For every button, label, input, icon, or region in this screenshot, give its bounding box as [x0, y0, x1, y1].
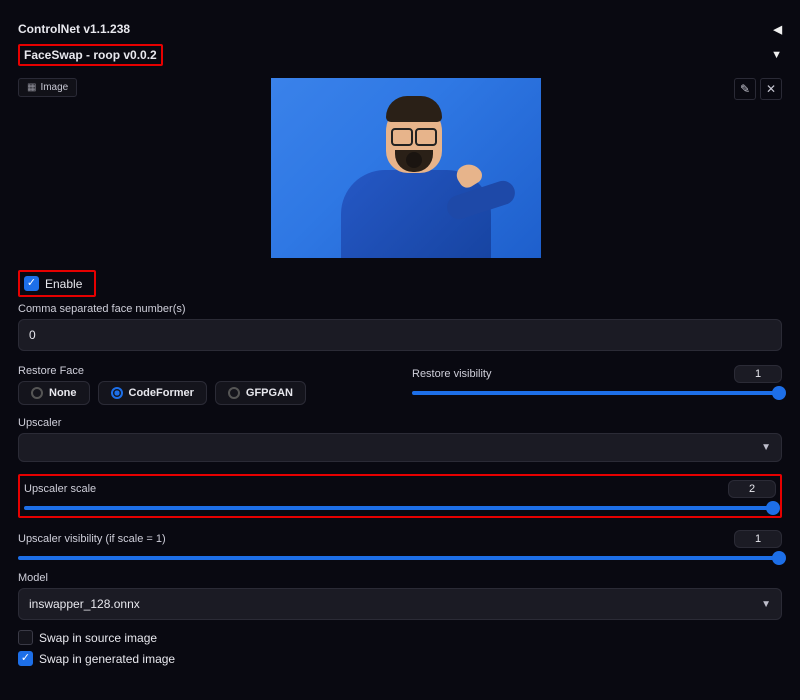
option-label: CodeFormer — [129, 387, 194, 399]
remove-image-button[interactable]: ✕ — [760, 78, 782, 100]
swap-generated-checkbox[interactable] — [18, 651, 33, 666]
chevron-down-icon: ▼ — [761, 599, 771, 610]
chevron-down-icon: ▼ — [761, 442, 771, 453]
panel-title: ControlNet v1.1.238 — [18, 22, 130, 36]
radio-icon — [228, 387, 240, 399]
edit-image-button[interactable]: ✎ — [734, 78, 756, 100]
swap-source-checkbox[interactable] — [18, 630, 33, 645]
upscaler-scale-label: Upscaler scale — [24, 483, 96, 495]
swap-source-label: Swap in source image — [39, 631, 157, 645]
face-numbers-input[interactable]: 0 — [18, 319, 782, 351]
upscaler-visibility-label: Upscaler visibility (if scale = 1) — [18, 533, 166, 545]
swap-generated-label: Swap in generated image — [39, 652, 175, 666]
upscaler-scale-slider[interactable] — [24, 506, 776, 510]
upscaler-visibility-value[interactable]: 1 — [734, 530, 782, 548]
model-value: inswapper_128.onnx — [29, 597, 140, 611]
model-select[interactable]: inswapper_128.onnx ▼ — [18, 588, 782, 620]
swap-source-row[interactable]: Swap in source image — [18, 630, 782, 645]
upscaler-scale-highlight: Upscaler scale 2 — [18, 474, 782, 518]
enable-checkbox[interactable] — [24, 276, 39, 291]
swap-generated-row[interactable]: Swap in generated image — [18, 651, 782, 666]
radio-icon — [111, 387, 123, 399]
image-tab-button[interactable]: ▦ Image — [18, 78, 77, 97]
option-label: GFPGAN — [246, 387, 293, 399]
upscaler-select[interactable]: ▼ — [18, 433, 782, 462]
enable-label: Enable — [45, 277, 82, 291]
preview-image — [271, 78, 541, 258]
slider-thumb[interactable] — [766, 501, 780, 515]
upscaler-label: Upscaler — [18, 417, 782, 429]
restore-face-label: Restore Face — [18, 365, 388, 377]
restore-face-option-gfpgan[interactable]: GFPGAN — [215, 381, 306, 405]
close-icon: ✕ — [766, 82, 776, 96]
face-numbers-label: Comma separated face number(s) — [18, 303, 782, 315]
source-image-preview[interactable] — [77, 78, 734, 258]
restore-face-option-codeformer[interactable]: CodeFormer — [98, 381, 207, 405]
enable-highlight: Enable — [18, 270, 96, 297]
upscaler-visibility-slider[interactable] — [18, 556, 782, 560]
slider-thumb[interactable] — [772, 551, 786, 565]
faceswap-panel-body: ▦ Image ✎ ✕ En — [12, 70, 788, 676]
image-tab-label: Image — [40, 82, 68, 93]
restore-face-radio-group: None CodeFormer GFPGAN — [18, 381, 388, 405]
chevron-left-icon: ◀ — [774, 23, 782, 36]
panel-header-faceswap[interactable]: FaceSwap - roop v0.0.2 ▼ — [12, 40, 788, 70]
panel-title: FaceSwap - roop v0.0.2 — [18, 44, 163, 66]
chevron-down-icon: ▼ — [771, 49, 782, 61]
option-label: None — [49, 387, 77, 399]
restore-visibility-value[interactable]: 1 — [734, 365, 782, 383]
upscaler-scale-value[interactable]: 2 — [728, 480, 776, 498]
image-icon: ▦ — [27, 82, 36, 93]
face-numbers-value: 0 — [29, 328, 36, 342]
pencil-icon: ✎ — [740, 82, 750, 96]
model-label: Model — [18, 572, 782, 584]
restore-visibility-slider[interactable] — [412, 391, 782, 395]
slider-thumb[interactable] — [772, 386, 786, 400]
panel-header-controlnet[interactable]: ControlNet v1.1.238 ◀ — [12, 18, 788, 40]
radio-icon — [31, 387, 43, 399]
restore-face-option-none[interactable]: None — [18, 381, 90, 405]
restore-visibility-label: Restore visibility — [412, 368, 491, 380]
image-row: ▦ Image ✎ ✕ — [18, 78, 782, 258]
